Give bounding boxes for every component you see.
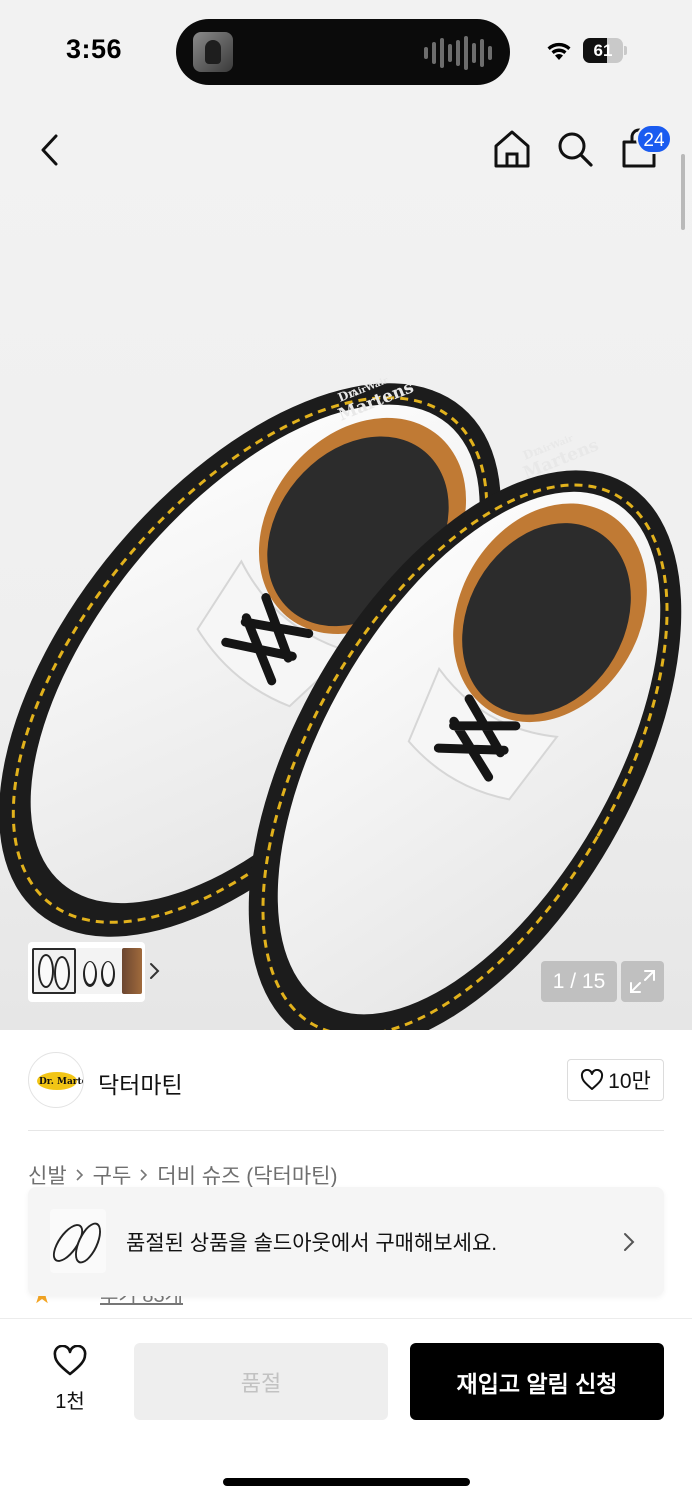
battery-level: 61 xyxy=(593,41,613,60)
thumbnail-strip[interactable] xyxy=(28,942,160,1002)
divider xyxy=(28,1130,664,1131)
thumbnail-2[interactable] xyxy=(76,948,122,994)
status-bar: 3:56 61 xyxy=(0,0,692,100)
brand-name[interactable]: 닥터마틴 xyxy=(98,1066,183,1100)
restock-alert-button[interactable]: 재입고 알림 신청 xyxy=(410,1343,664,1420)
now-playing-artwork xyxy=(193,32,233,72)
back-icon[interactable] xyxy=(30,128,70,172)
soldout-banner-text: 품절된 상품을 솔드아웃에서 구매해보세요. xyxy=(126,1232,498,1255)
heart-icon xyxy=(53,1345,87,1376)
thumbnail-3[interactable] xyxy=(122,948,142,994)
svg-text:Dr. Martens: Dr. Martens xyxy=(39,1077,84,1087)
battery-indicator: 61 xyxy=(583,38,627,63)
product-image-gallery[interactable]: Dr. AirWair Martens Dr. AirWair Martens … xyxy=(0,100,692,1030)
chevron-right-icon[interactable] xyxy=(148,960,162,982)
wifi-icon xyxy=(547,42,571,60)
heart-icon xyxy=(581,1069,604,1090)
product-image[interactable]: Dr. AirWair Martens Dr. AirWair Martens xyxy=(0,100,692,1030)
breadcrumb-item[interactable]: 구두 xyxy=(93,1160,132,1190)
chevron-right-icon[interactable] xyxy=(622,1230,636,1254)
cart-count-badge[interactable]: 24 xyxy=(636,124,672,154)
home-indicator[interactable] xyxy=(223,1478,470,1486)
home-icon[interactable] xyxy=(491,126,533,172)
breadcrumb-item[interactable]: 신발 xyxy=(28,1160,67,1190)
breadcrumb: 신발 구두 더비 슈즈 (닥터마틴) xyxy=(28,1160,338,1190)
soldout-banner[interactable]: 품절된 상품을 솔드아웃에서 구매해보세요. xyxy=(28,1187,664,1296)
brand-like-count: 10만 xyxy=(608,1070,651,1093)
audio-waveform-icon xyxy=(424,36,492,70)
brand-row[interactable]: Dr. Martens 닥터마틴 10만 xyxy=(0,1030,692,1130)
banner-product-thumbnail xyxy=(50,1209,106,1273)
scroll-indicator xyxy=(681,154,685,230)
bottom-action-bar: 1천 품절 재입고 알림 신청 xyxy=(0,1318,692,1500)
status-time: 3:56 xyxy=(66,34,123,64)
brand-like-button[interactable]: 10만 xyxy=(567,1059,664,1101)
search-icon[interactable] xyxy=(554,128,596,170)
image-counter: 1 / 15 xyxy=(541,961,617,1002)
expand-icon[interactable] xyxy=(621,961,664,1002)
thumbnail-1[interactable] xyxy=(32,948,76,994)
dynamic-island xyxy=(176,19,510,85)
brand-logo[interactable]: Dr. Martens xyxy=(28,1052,84,1108)
wishlist-count: 1천 xyxy=(55,1391,85,1413)
breadcrumb-item[interactable]: 더비 슈즈 (닥터마틴) xyxy=(157,1160,337,1190)
chevron-right-icon xyxy=(76,1169,83,1181)
soldout-button: 품절 xyxy=(134,1343,388,1420)
chevron-right-icon xyxy=(140,1169,148,1181)
wishlist-button[interactable]: 1천 xyxy=(40,1345,100,1415)
